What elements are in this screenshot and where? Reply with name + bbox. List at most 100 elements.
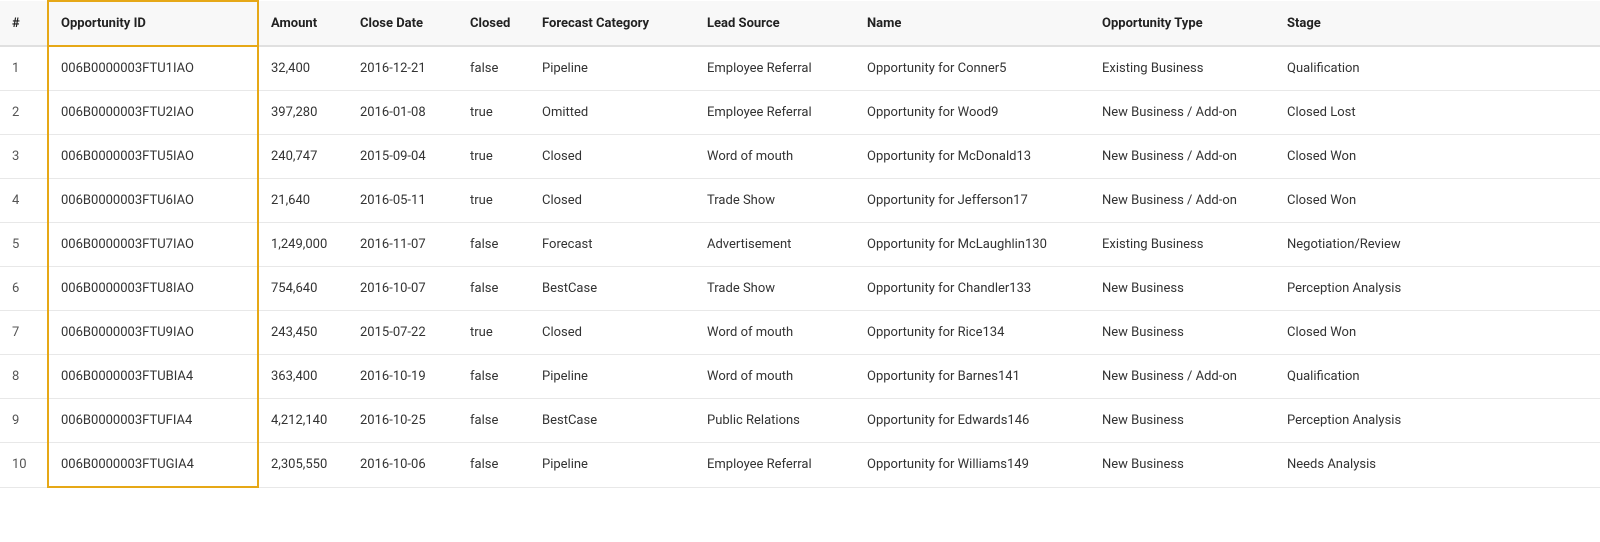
cell-num: 10 <box>0 443 48 488</box>
cell-closed: false <box>458 399 530 443</box>
cell-opportunity_id: 006B0000003FTU2IAO <box>48 91 258 135</box>
table-body: 1006B0000003FTU1IAO32,4002016-12-21false… <box>0 46 1600 487</box>
table-row: 1006B0000003FTU1IAO32,4002016-12-21false… <box>0 46 1600 91</box>
cell-forecast_category: Closed <box>530 311 695 355</box>
table-header-row: #Opportunity IDAmountClose DateClosedFor… <box>0 1 1600 46</box>
cell-amount: 1,249,000 <box>258 223 348 267</box>
cell-opportunity_type: New Business / Add-on <box>1090 355 1275 399</box>
cell-opportunity_id: 006B0000003FTUGIA4 <box>48 443 258 488</box>
cell-forecast_category: Pipeline <box>530 443 695 488</box>
cell-num: 2 <box>0 91 48 135</box>
cell-opportunity_type: New Business <box>1090 399 1275 443</box>
cell-opportunity_type: Existing Business <box>1090 46 1275 91</box>
column-header-amount[interactable]: Amount <box>258 1 348 46</box>
cell-opportunity_type: New Business <box>1090 267 1275 311</box>
cell-amount: 754,640 <box>258 267 348 311</box>
cell-closed: false <box>458 46 530 91</box>
column-header-name[interactable]: Name <box>855 1 1090 46</box>
cell-num: 5 <box>0 223 48 267</box>
cell-opportunity_type: Existing Business <box>1090 223 1275 267</box>
cell-name: Opportunity for Chandler133 <box>855 267 1090 311</box>
cell-close_date: 2016-01-08 <box>348 91 458 135</box>
column-header-opportunity_type[interactable]: Opportunity Type <box>1090 1 1275 46</box>
cell-num: 4 <box>0 179 48 223</box>
cell-stage: Closed Lost <box>1275 91 1600 135</box>
cell-num: 9 <box>0 399 48 443</box>
cell-close_date: 2015-07-22 <box>348 311 458 355</box>
cell-opportunity_type: New Business <box>1090 443 1275 488</box>
table-row: 8006B0000003FTUBIA4363,4002016-10-19fals… <box>0 355 1600 399</box>
cell-forecast_category: BestCase <box>530 267 695 311</box>
column-header-stage[interactable]: Stage <box>1275 1 1600 46</box>
cell-num: 6 <box>0 267 48 311</box>
cell-name: Opportunity for Rice134 <box>855 311 1090 355</box>
cell-opportunity_id: 006B0000003FTUBIA4 <box>48 355 258 399</box>
cell-amount: 2,305,550 <box>258 443 348 488</box>
cell-close_date: 2015-09-04 <box>348 135 458 179</box>
cell-opportunity_id: 006B0000003FTU9IAO <box>48 311 258 355</box>
cell-lead_source: Word of mouth <box>695 311 855 355</box>
cell-amount: 32,400 <box>258 46 348 91</box>
cell-num: 3 <box>0 135 48 179</box>
cell-name: Opportunity for Barnes141 <box>855 355 1090 399</box>
cell-num: 1 <box>0 46 48 91</box>
cell-forecast_category: Omitted <box>530 91 695 135</box>
cell-opportunity_id: 006B0000003FTU5IAO <box>48 135 258 179</box>
cell-name: Opportunity for Conner5 <box>855 46 1090 91</box>
column-header-close_date[interactable]: Close Date <box>348 1 458 46</box>
cell-opportunity_type: New Business / Add-on <box>1090 135 1275 179</box>
cell-name: Opportunity for McLaughlin130 <box>855 223 1090 267</box>
cell-closed: false <box>458 223 530 267</box>
cell-lead_source: Trade Show <box>695 179 855 223</box>
cell-stage: Closed Won <box>1275 311 1600 355</box>
table-row: 3006B0000003FTU5IAO240,7472015-09-04true… <box>0 135 1600 179</box>
table-row: 2006B0000003FTU2IAO397,2802016-01-08true… <box>0 91 1600 135</box>
cell-amount: 21,640 <box>258 179 348 223</box>
cell-forecast_category: BestCase <box>530 399 695 443</box>
cell-closed: false <box>458 443 530 488</box>
cell-close_date: 2016-12-21 <box>348 46 458 91</box>
cell-lead_source: Word of mouth <box>695 135 855 179</box>
cell-name: Opportunity for Wood9 <box>855 91 1090 135</box>
cell-name: Opportunity for Williams149 <box>855 443 1090 488</box>
cell-opportunity_type: New Business <box>1090 311 1275 355</box>
cell-num: 8 <box>0 355 48 399</box>
cell-num: 7 <box>0 311 48 355</box>
cell-stage: Closed Won <box>1275 135 1600 179</box>
opportunities-table: #Opportunity IDAmountClose DateClosedFor… <box>0 0 1600 488</box>
column-header-closed[interactable]: Closed <box>458 1 530 46</box>
cell-stage: Perception Analysis <box>1275 399 1600 443</box>
cell-amount: 243,450 <box>258 311 348 355</box>
cell-opportunity_id: 006B0000003FTU7IAO <box>48 223 258 267</box>
cell-opportunity_id: 006B0000003FTU1IAO <box>48 46 258 91</box>
cell-stage: Qualification <box>1275 46 1600 91</box>
cell-stage: Negotiation/Review <box>1275 223 1600 267</box>
cell-opportunity_id: 006B0000003FTUFIA4 <box>48 399 258 443</box>
cell-opportunity_id: 006B0000003FTU6IAO <box>48 179 258 223</box>
column-header-opportunity_id[interactable]: Opportunity ID <box>48 1 258 46</box>
cell-name: Opportunity for Edwards146 <box>855 399 1090 443</box>
cell-amount: 397,280 <box>258 91 348 135</box>
cell-lead_source: Trade Show <box>695 267 855 311</box>
cell-name: Opportunity for Jefferson17 <box>855 179 1090 223</box>
cell-close_date: 2016-10-25 <box>348 399 458 443</box>
column-header-lead_source[interactable]: Lead Source <box>695 1 855 46</box>
table-row: 7006B0000003FTU9IAO243,4502015-07-22true… <box>0 311 1600 355</box>
cell-closed: true <box>458 311 530 355</box>
cell-close_date: 2016-10-19 <box>348 355 458 399</box>
cell-closed: false <box>458 355 530 399</box>
column-header-forecast_category[interactable]: Forecast Category <box>530 1 695 46</box>
table-row: 5006B0000003FTU7IAO1,249,0002016-11-07fa… <box>0 223 1600 267</box>
cell-close_date: 2016-10-06 <box>348 443 458 488</box>
cell-lead_source: Word of mouth <box>695 355 855 399</box>
cell-lead_source: Employee Referral <box>695 91 855 135</box>
cell-close_date: 2016-11-07 <box>348 223 458 267</box>
column-header-num[interactable]: # <box>0 1 48 46</box>
table-row: 9006B0000003FTUFIA44,212,1402016-10-25fa… <box>0 399 1600 443</box>
cell-lead_source: Advertisement <box>695 223 855 267</box>
cell-closed: true <box>458 135 530 179</box>
cell-lead_source: Employee Referral <box>695 46 855 91</box>
cell-opportunity_type: New Business / Add-on <box>1090 179 1275 223</box>
cell-close_date: 2016-05-11 <box>348 179 458 223</box>
cell-opportunity_type: New Business / Add-on <box>1090 91 1275 135</box>
